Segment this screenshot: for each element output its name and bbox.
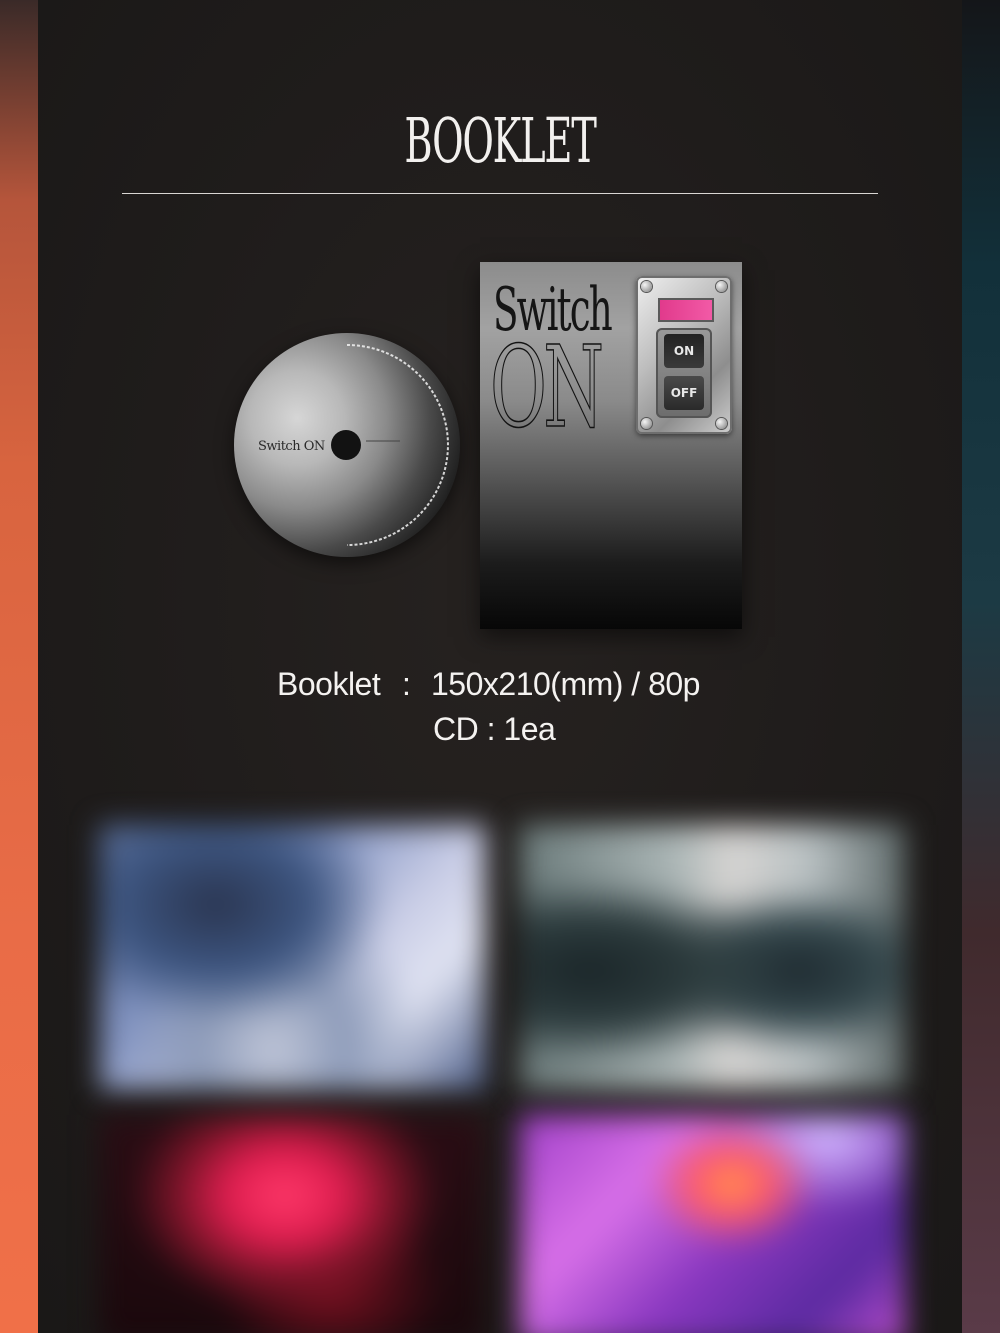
screw-icon — [716, 281, 727, 292]
screw-icon — [641, 281, 652, 292]
cd-disc-text: Switch ON — [258, 439, 325, 454]
switch-toggle: ON OFF — [656, 328, 712, 418]
cd-disc-image: Switch ON — [234, 333, 460, 557]
blurred-photo-preview — [100, 1115, 485, 1333]
blurred-photo-preview — [100, 825, 485, 1090]
switch-off-label: OFF — [664, 376, 704, 410]
spec-booklet-value: 150x210(mm) / 80p — [431, 666, 700, 702]
blurred-photo-preview — [520, 825, 905, 1090]
left-accent-strip — [0, 0, 38, 1333]
right-accent-strip — [962, 0, 1000, 1333]
cd-center-hole — [331, 430, 361, 460]
screw-icon — [641, 418, 652, 429]
switch-on-label: ON — [664, 334, 704, 368]
spec-booklet-label: Booklet — [277, 666, 381, 702]
switch-indicator-light — [658, 298, 714, 322]
switch-graphic: ON OFF — [636, 276, 732, 434]
spec-booklet-separator: : — [402, 666, 411, 702]
title-divider — [122, 193, 878, 194]
screw-icon — [716, 418, 727, 429]
product-detail-page: BOOKLET Switch ON Switch ON ON OFF Bookl… — [0, 0, 1000, 1333]
blurred-photo-preview — [520, 1115, 905, 1333]
booklet-cover-title-line2: ON — [490, 323, 605, 453]
section-title: BOOKLET — [404, 104, 597, 177]
spec-cd-line: CD : 1ea — [433, 711, 556, 747]
booklet-cover-image: Switch ON ON OFF — [480, 262, 742, 629]
